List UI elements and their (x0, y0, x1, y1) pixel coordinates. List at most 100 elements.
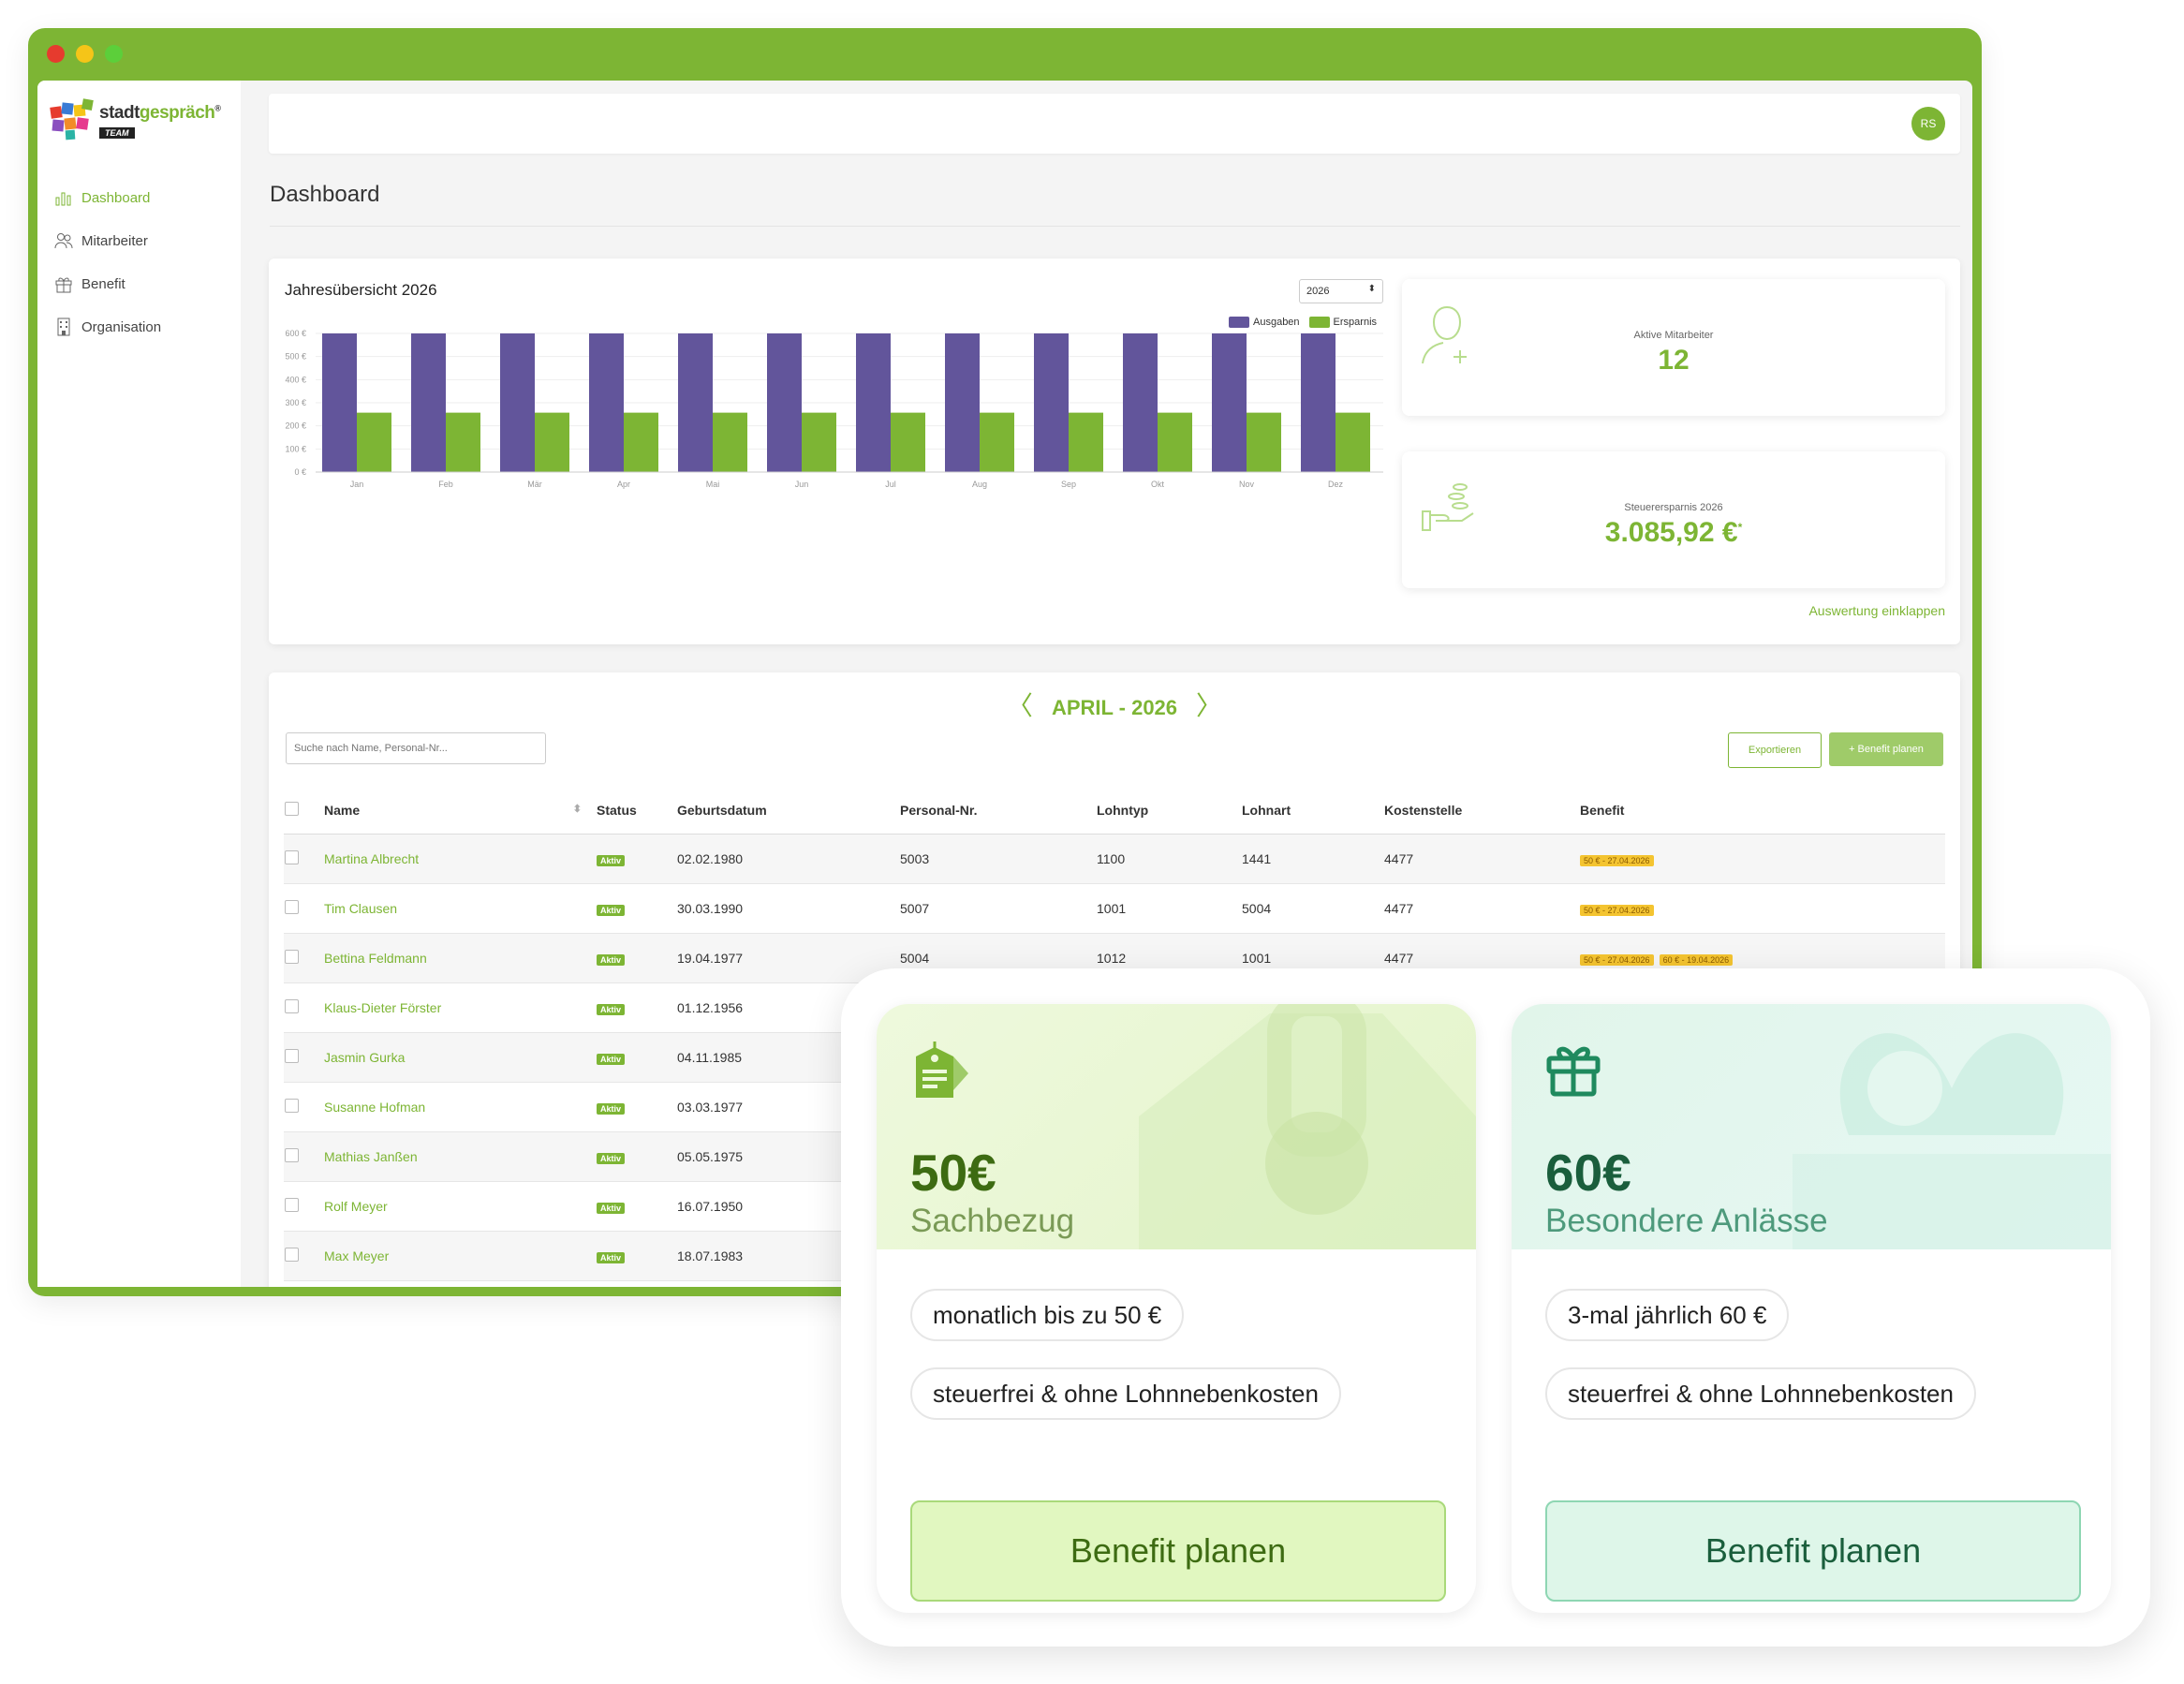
bar-ausgaben-apr[interactable] (589, 333, 624, 472)
employee-name[interactable]: Max Meyer (324, 1248, 389, 1263)
benefit-badge[interactable]: 50 € - 27.04.2026 (1580, 905, 1654, 916)
row-checkbox[interactable] (285, 999, 299, 1013)
minimize-dot[interactable] (76, 45, 94, 63)
bar-ersparnis-sep[interactable] (1069, 412, 1103, 472)
column-header-personnel-no[interactable]: Personal-Nr. (899, 787, 1096, 835)
export-button[interactable]: Exportieren (1728, 732, 1822, 768)
employee-name[interactable]: Klaus-Dieter Förster (324, 1000, 441, 1015)
month-navigator: 〈 APRIL - 2026 〉 (269, 686, 1960, 723)
bar-ersparnis-mai[interactable] (713, 412, 747, 472)
benefit-badge[interactable]: 50 € - 27.04.2026 (1580, 855, 1654, 866)
employee-name[interactable]: Susanne Hofman (324, 1100, 425, 1115)
month-label: APRIL - 2026 (1051, 696, 1178, 719)
column-header-label: Name (324, 803, 361, 818)
close-dot[interactable] (47, 45, 65, 63)
employee-name[interactable]: Martina Albrecht (324, 851, 419, 866)
sidebar-item-label: Mitarbeiter (81, 232, 148, 249)
employee-name[interactable]: Tim Clausen (324, 901, 397, 916)
column-header-cost-center[interactable]: Kostenstelle (1383, 787, 1579, 835)
benefit-card-sachbezug: 50€ Sachbezug monatlich bis zu 50 € steu… (877, 1004, 1476, 1613)
bar-ersparnis-mär[interactable] (535, 412, 569, 472)
sidebar-item-dashboard[interactable]: Dashboard (54, 176, 161, 219)
sidebar-item-label: Dashboard (81, 189, 151, 206)
column-header-name[interactable]: Name ⬍ (323, 787, 596, 835)
employee-name[interactable]: Rolf Meyer (324, 1199, 388, 1214)
sidebar-item-mitarbeiter[interactable]: Mitarbeiter (54, 219, 161, 262)
status-badge-wrap: Aktiv (596, 1082, 676, 1132)
bar-ausgaben-nov[interactable] (1212, 333, 1247, 472)
bar-ausgaben-mär[interactable] (500, 333, 535, 472)
maximize-dot[interactable] (105, 45, 123, 63)
x-tick-label: Dez (1328, 480, 1344, 489)
row-select-cell (284, 1231, 323, 1281)
bar-ersparnis-apr[interactable] (624, 412, 658, 472)
bar-ausgaben-jan[interactable] (322, 333, 357, 472)
column-header-benefit[interactable]: Benefit (1579, 787, 1945, 835)
tax-savings-footnote-mark: * (1737, 521, 1743, 534)
bar-ausgaben-sep[interactable] (1034, 333, 1069, 472)
annual-overview-card: Jahresübersicht 2026 2026 ⬍ Ausgaben Ersp… (269, 259, 1960, 644)
bar-ausgaben-aug[interactable] (945, 333, 980, 472)
bar-ersparnis-okt[interactable] (1158, 412, 1192, 472)
column-header-status[interactable]: Status (596, 787, 676, 835)
logo-tiles-icon (50, 98, 94, 140)
row-checkbox[interactable] (285, 900, 299, 914)
row-checkbox[interactable] (285, 1198, 299, 1212)
avatar[interactable]: RS (1911, 107, 1945, 140)
y-tick-label: 600 € (285, 329, 306, 338)
status-badge: Aktiv (597, 1153, 626, 1164)
plan-benefit-button[interactable]: Benefit planen (1545, 1500, 2081, 1602)
bar-ersparnis-jul[interactable] (891, 412, 925, 472)
logo[interactable]: stadtgespräch® TEAM (49, 97, 227, 154)
chart-icon (55, 192, 71, 206)
search-input[interactable] (286, 732, 546, 764)
collapse-evaluation-link[interactable]: Auswertung einklappen (1808, 603, 1945, 618)
status-badge: Aktiv (597, 1252, 626, 1263)
wage-kind-cell-wrap: 5004 (1241, 883, 1383, 934)
column-header-wage-kind[interactable]: Lohnart (1241, 787, 1383, 835)
bar-ausgaben-jun[interactable] (767, 333, 802, 472)
benefit-badge[interactable]: 50 € - 27.04.2026 (1580, 954, 1654, 966)
bar-ersparnis-jun[interactable] (802, 412, 836, 472)
row-checkbox[interactable] (285, 1248, 299, 1262)
bar-ausgaben-okt[interactable] (1123, 333, 1158, 472)
row-checkbox[interactable] (285, 850, 299, 864)
sidebar-item-organisation[interactable]: Organisation (54, 305, 161, 348)
gift-icon (1546, 1046, 1601, 1097)
brand-part-1: stadt (99, 103, 140, 123)
bar-ausgaben-dez[interactable] (1301, 333, 1335, 472)
bar-ersparnis-nov[interactable] (1247, 412, 1281, 472)
employee-name[interactable]: Jasmin Gurka (324, 1050, 405, 1065)
column-header-wage-type[interactable]: Lohntyp (1096, 787, 1241, 835)
bar-ersparnis-aug[interactable] (980, 412, 1014, 472)
row-checkbox[interactable] (285, 1049, 299, 1063)
plan-benefit-button[interactable]: Benefit planen (910, 1500, 1446, 1602)
select-all-checkbox[interactable] (285, 802, 299, 816)
benefit-badge[interactable]: 60 € - 19.04.2026 (1659, 954, 1734, 966)
table-row[interactable]: Martina Albrecht Aktiv 02.02.1980 5003 1100 1… (284, 834, 1945, 884)
employee-name[interactable]: Mathias Janßen (324, 1149, 418, 1164)
sidebar-item-label: Organisation (81, 318, 162, 335)
bar-ersparnis-jan[interactable] (357, 412, 391, 472)
table-row[interactable]: Tim Clausen Aktiv 30.03.1990 5007 1001 5004 44… (284, 883, 1945, 934)
row-checkbox[interactable] (285, 1099, 299, 1113)
birthdate-cell: 16.07.1950 (677, 1199, 744, 1214)
bar-ausgaben-mai[interactable] (678, 333, 713, 472)
bar-ausgaben-feb[interactable] (411, 333, 446, 472)
sort-icon[interactable]: ⬍ (573, 803, 582, 815)
employee-name[interactable]: Bettina Feldmann (324, 951, 427, 966)
brand-name: stadtgespräch® (99, 103, 221, 124)
next-month-icon[interactable]: 〉 (1196, 691, 1222, 720)
personnel-no-cell-wrap: 5007 (899, 883, 1096, 934)
row-checkbox[interactable] (285, 950, 299, 964)
prev-month-icon[interactable]: 〈 (1007, 691, 1033, 720)
wage-type-cell: 1001 (1097, 901, 1127, 916)
row-checkbox[interactable] (285, 1148, 299, 1162)
column-header-birthdate[interactable]: Geburtsdatum (676, 787, 899, 835)
plan-benefit-button[interactable]: + Benefit planen (1829, 732, 1943, 766)
bar-ersparnis-feb[interactable] (446, 412, 480, 472)
bar-ersparnis-dez[interactable] (1335, 412, 1370, 472)
sidebar-item-benefit[interactable]: Benefit (54, 262, 161, 305)
bar-ausgaben-jul[interactable] (856, 333, 891, 472)
benefit-card-header: 50€ Sachbezug (877, 1004, 1476, 1249)
